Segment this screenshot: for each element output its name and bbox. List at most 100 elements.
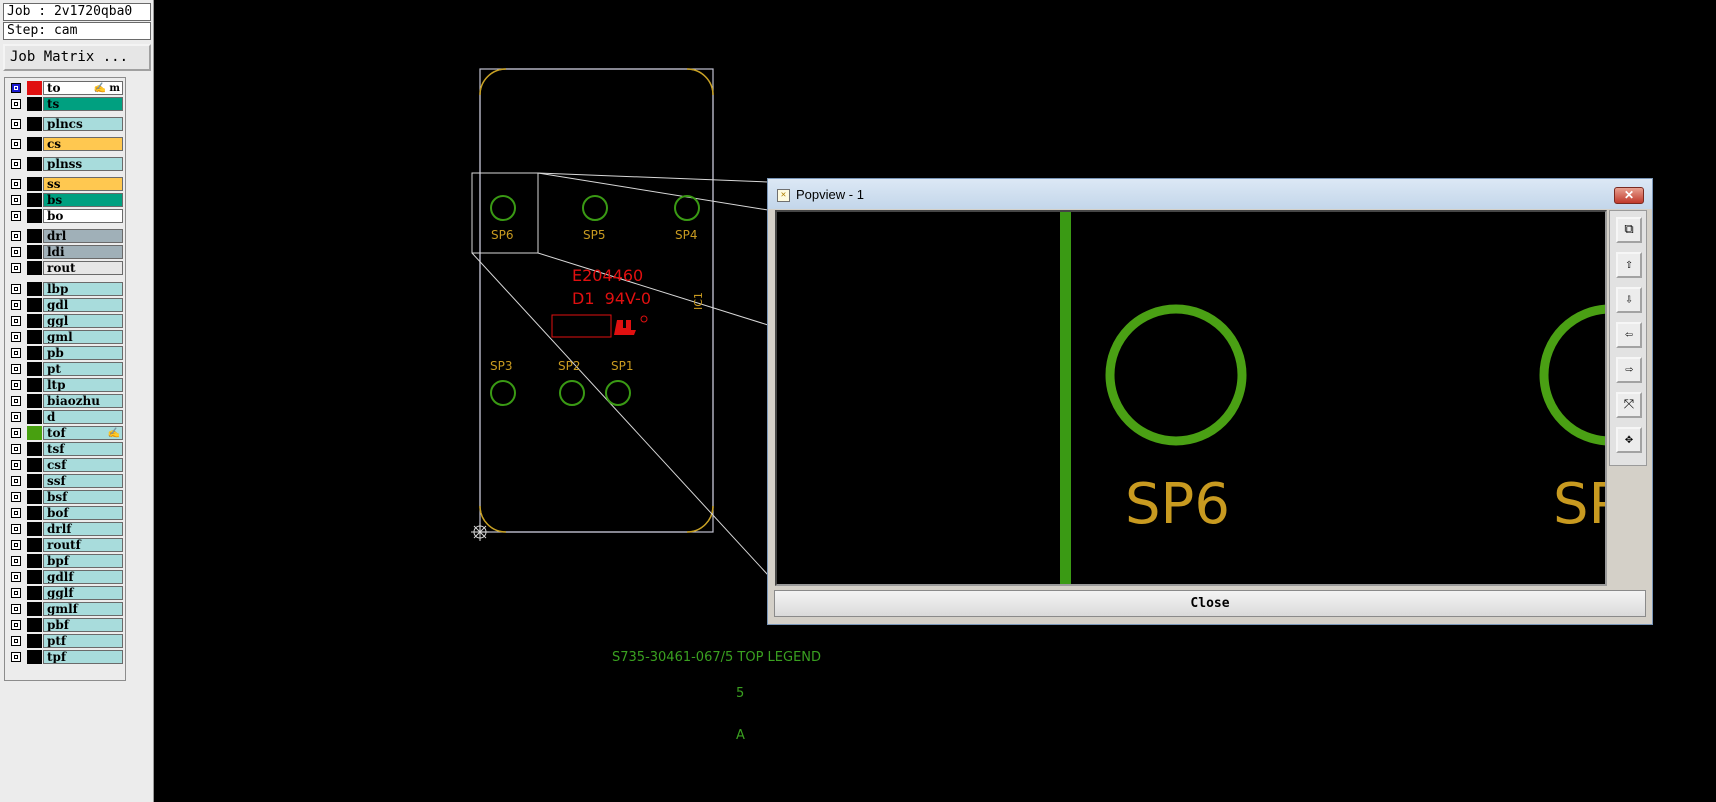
layer-color-swatch[interactable] [27,458,42,472]
layer-checkbox[interactable] [11,247,21,257]
layer-color-swatch[interactable] [27,177,42,191]
layer-checkbox[interactable] [11,572,21,582]
layer-name[interactable]: bsf [43,490,123,504]
layer-color-swatch[interactable] [27,193,42,207]
layer-color-swatch[interactable] [27,554,42,568]
layer-checkbox[interactable] [11,604,21,614]
layer-row-csf[interactable]: csf [7,458,123,472]
layer-checkbox[interactable] [11,139,21,149]
layer-color-swatch[interactable] [27,442,42,456]
layer-color-swatch[interactable] [27,209,42,223]
layer-name[interactable]: bo [43,209,123,223]
layer-checkbox[interactable] [11,556,21,566]
layer-row-lbp[interactable]: lbp [7,282,123,296]
layer-row-ssf[interactable]: ssf [7,474,123,488]
layer-row-ldi[interactable]: ldi [7,245,123,259]
layer-row-drl[interactable]: drl [7,229,123,243]
layer-row-drlf[interactable]: drlf [7,522,123,536]
layer-color-swatch[interactable] [27,282,42,296]
layer-color-swatch[interactable] [27,81,42,95]
pan-left-icon[interactable]: ⇦ [1616,322,1642,348]
layer-name[interactable]: ggl [43,314,123,328]
layer-row-gml[interactable]: gml [7,330,123,344]
job-matrix-button[interactable]: Job Matrix ... [3,44,151,71]
layer-color-swatch[interactable] [27,245,42,259]
layer-row-bs[interactable]: bs [7,193,123,207]
layer-row-bof[interactable]: bof [7,506,123,520]
layer-checkbox[interactable] [11,380,21,390]
popview-zoom-view[interactable]: SP6 SP [775,210,1607,586]
layer-checkbox[interactable] [11,195,21,205]
popview-titlebar[interactable]: ✕ Popview - 1 ✕ [768,179,1652,209]
layer-color-swatch[interactable] [27,490,42,504]
layer-name[interactable]: plnss [43,157,123,171]
layer-checkbox[interactable] [11,636,21,646]
layer-color-swatch[interactable] [27,602,42,616]
layer-row-gmlf[interactable]: gmlf [7,602,123,616]
layer-row-routf[interactable]: routf [7,538,123,552]
zoom-out-icon[interactable]: ⤧ [1616,392,1642,418]
layer-color-swatch[interactable] [27,298,42,312]
layer-checkbox[interactable] [11,396,21,406]
layer-checkbox[interactable] [11,524,21,534]
layer-color-swatch[interactable] [27,97,42,111]
layer-name[interactable]: routf [43,538,123,552]
layer-checkbox[interactable] [11,211,21,221]
layer-color-swatch[interactable] [27,618,42,632]
layer-row-ss[interactable]: ss [7,177,123,191]
layer-checkbox[interactable] [11,179,21,189]
layer-row-bo[interactable]: bo [7,209,123,223]
layer-checkbox[interactable] [11,460,21,470]
layer-color-swatch[interactable] [27,378,42,392]
layer-name[interactable]: ss [43,177,123,191]
layer-checkbox[interactable] [11,159,21,169]
layer-row-gglf[interactable]: gglf [7,586,123,600]
layer-row-ptf[interactable]: ptf [7,634,123,648]
layer-name[interactable]: ts [43,97,123,111]
layer-color-swatch[interactable] [27,522,42,536]
layer-name[interactable]: ldi [43,245,123,259]
page-up-icon[interactable]: ⇧ [1616,252,1642,278]
layer-name[interactable]: gdl [43,298,123,312]
layer-name[interactable]: tpf [43,650,123,664]
layer-color-swatch[interactable] [27,157,42,171]
layer-name[interactable]: drlf [43,522,123,536]
layer-name[interactable]: pt [43,362,123,376]
layer-checkbox[interactable] [11,412,21,422]
layer-name[interactable]: lbp [43,282,123,296]
layer-checkbox[interactable] [11,300,21,310]
layer-color-swatch[interactable] [27,346,42,360]
layer-color-swatch[interactable] [27,229,42,243]
layer-checkbox[interactable] [11,99,21,109]
layer-row-biaozhu[interactable]: biaozhu [7,394,123,408]
layer-checkbox[interactable] [11,348,21,358]
layer-name[interactable]: biaozhu [43,394,123,408]
layer-name[interactable]: tof ✍ [43,426,123,440]
layer-checkbox[interactable] [11,284,21,294]
layer-name[interactable]: gml [43,330,123,344]
layer-name[interactable]: ssf [43,474,123,488]
layer-row-ggl[interactable]: ggl [7,314,123,328]
layer-checkbox[interactable] [11,620,21,630]
layer-color-swatch[interactable] [27,586,42,600]
layer-color-swatch[interactable] [27,314,42,328]
layer-checkbox[interactable] [11,83,21,93]
layer-name[interactable]: bof [43,506,123,520]
layer-checkbox[interactable] [11,652,21,662]
layer-checkbox[interactable] [11,540,21,550]
layer-checkbox[interactable] [11,492,21,502]
layer-name[interactable]: cs [43,137,123,151]
layer-name[interactable]: bs [43,193,123,207]
layer-checkbox[interactable] [11,588,21,598]
layer-name[interactable]: bpf [43,554,123,568]
layer-name[interactable]: gmlf [43,602,123,616]
layer-color-swatch[interactable] [27,137,42,151]
layer-row-tof[interactable]: tof ✍ [7,426,123,440]
layer-name[interactable]: gglf [43,586,123,600]
layer-checkbox[interactable] [11,263,21,273]
layer-color-swatch[interactable] [27,634,42,648]
layer-row-to[interactable]: to ✍ m [7,81,123,95]
layer-checkbox[interactable] [11,332,21,342]
layer-color-swatch[interactable] [27,650,42,664]
layer-name[interactable]: drl [43,229,123,243]
